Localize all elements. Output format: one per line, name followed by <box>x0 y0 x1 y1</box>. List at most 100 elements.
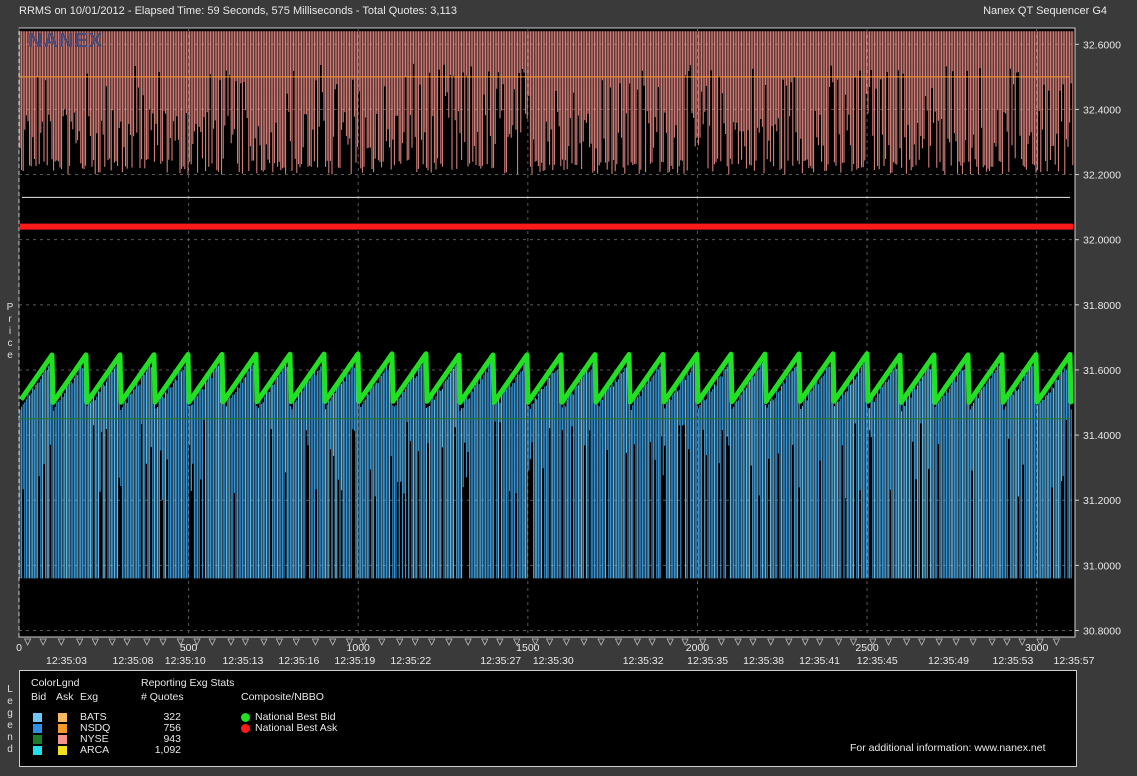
time-marker <box>481 638 489 646</box>
time-marker <box>329 638 337 646</box>
time-label: 12:35:45 <box>857 655 898 667</box>
national-best-ask-dot <box>241 724 250 733</box>
legend-side-char: d <box>7 744 13 755</box>
time-label: 12:35:22 <box>390 655 431 667</box>
time-label: 12:35:13 <box>222 655 263 667</box>
legend-side-char: n <box>7 732 13 743</box>
time-marker <box>39 638 47 646</box>
time-marker <box>260 638 268 646</box>
time-marker <box>108 638 116 646</box>
time-marker <box>208 638 216 646</box>
legend-side-char: e <box>7 696 13 707</box>
ask-color-swatch <box>58 746 67 755</box>
y-tick-label: 32.0000 <box>1083 235 1121 247</box>
y-axis-label-char: e <box>7 350 13 361</box>
x-tick-label: 2000 <box>686 642 710 654</box>
time-marker <box>496 638 504 646</box>
y-tick-label: 32.2000 <box>1083 170 1121 182</box>
time-marker <box>902 638 911 646</box>
time-marker <box>580 638 588 646</box>
legend-panel: ColorLgnd Bid Ask Exg Reporting Exg Stat… <box>19 670 1077 767</box>
time-axis-labels: 12:35:03 12:35:08 12:35:10 12:35:13 12:35:16… <box>46 655 1095 667</box>
y-axis-label-char: i <box>8 326 12 337</box>
y-tick-label: 31.6000 <box>1083 365 1121 377</box>
legend-side-char: L <box>7 684 13 695</box>
time-label: 12:35:27 <box>480 655 521 667</box>
y-axis-label-char: P <box>6 302 14 313</box>
footer-link[interactable]: For additional information: www.nanex.ne… <box>850 742 1046 754</box>
y-axis-label: Price <box>5 302 15 362</box>
legend-side-char: e <box>7 720 13 731</box>
time-marker <box>935 638 943 646</box>
y-axis-ticks: 32.6000 32.4000 32.2000 32.0000 31.8000 31.60… <box>1075 39 1121 637</box>
time-marker <box>123 638 131 646</box>
time-marker <box>633 638 641 646</box>
x-tick-label: 0 <box>16 642 22 654</box>
stats-title: Reporting Exg Stats <box>141 677 235 689</box>
exchange-row: ARCA 1,092 <box>20 744 420 756</box>
time-marker <box>545 638 554 646</box>
time-label: 12:35:38 <box>743 655 784 667</box>
bid-color-swatch <box>33 713 42 722</box>
time-marker <box>227 638 235 646</box>
time-label: 12:35:35 <box>687 655 728 667</box>
time-marker <box>292 638 300 646</box>
national-best-bid-dot <box>241 713 250 722</box>
time-label: 12:35:32 <box>623 655 664 667</box>
time-label: 12:35:57 <box>1054 655 1095 667</box>
y-tick-label: 32.4000 <box>1083 104 1121 116</box>
y-tick-label: 31.8000 <box>1083 300 1121 312</box>
national-best-ask-label: National Best Ask <box>255 722 338 734</box>
x-tick-label: 3000 <box>1025 642 1049 654</box>
time-marker <box>767 638 775 646</box>
ask-color-swatch <box>58 724 67 733</box>
color-legend-title: ColorLgnd <box>31 677 80 689</box>
time-marker <box>1052 638 1061 646</box>
legend-side-char: g <box>7 708 13 719</box>
bid-color-swatch <box>33 735 42 744</box>
time-marker <box>648 638 656 646</box>
time-marker <box>952 638 960 646</box>
quotes-col-header: # Quotes <box>141 691 184 703</box>
y-tick-label: 32.6000 <box>1083 39 1121 51</box>
time-marker <box>411 638 419 646</box>
price-chart[interactable]: 32.6000 32.4000 32.2000 32.0000 31.8000 31.60… <box>0 0 1137 668</box>
time-marker <box>597 638 605 646</box>
legend-side-label: Legend <box>5 684 15 756</box>
y-axis-label-char: r <box>8 314 12 325</box>
time-marker <box>785 638 793 646</box>
exchange-name: ARCA <box>80 744 110 756</box>
time-marker <box>275 638 284 646</box>
time-marker <box>241 638 250 646</box>
time-marker <box>717 638 726 646</box>
time-label: 12:35:16 <box>278 655 319 667</box>
time-marker <box>396 638 404 646</box>
x-tick-label: 500 <box>180 642 198 654</box>
nanex-watermark: NANEX <box>28 30 103 52</box>
time-marker <box>143 638 151 646</box>
bid-color-swatch <box>33 724 42 733</box>
time-marker <box>76 638 84 646</box>
ask-color-swatch <box>58 735 67 744</box>
y-axis-label-char: c <box>7 338 13 349</box>
time-marker <box>311 638 320 646</box>
time-marker <box>834 638 843 646</box>
time-label: 12:35:49 <box>928 655 969 667</box>
time-label: 12:35:19 <box>334 655 375 667</box>
time-marker <box>749 638 757 646</box>
time-label: 12:35:30 <box>533 655 574 667</box>
y-tick-label: 31.0000 <box>1083 560 1121 572</box>
time-label: 12:35:03 <box>46 655 87 667</box>
time-marker <box>562 638 571 646</box>
time-marker <box>445 638 453 646</box>
time-marker <box>614 638 623 646</box>
time-marker <box>91 638 99 646</box>
time-marker <box>464 638 472 646</box>
time-marker <box>378 638 386 646</box>
time-marker <box>159 638 167 646</box>
time-label: 12:35:08 <box>113 655 154 667</box>
bid-col-header: Bid <box>31 691 47 703</box>
x-axis-ticks: 0 500 1000 1500 2000 2500 3000 <box>16 642 1048 654</box>
y-tick-label: 31.2000 <box>1083 495 1121 507</box>
ask-col-header: Ask <box>56 691 74 703</box>
